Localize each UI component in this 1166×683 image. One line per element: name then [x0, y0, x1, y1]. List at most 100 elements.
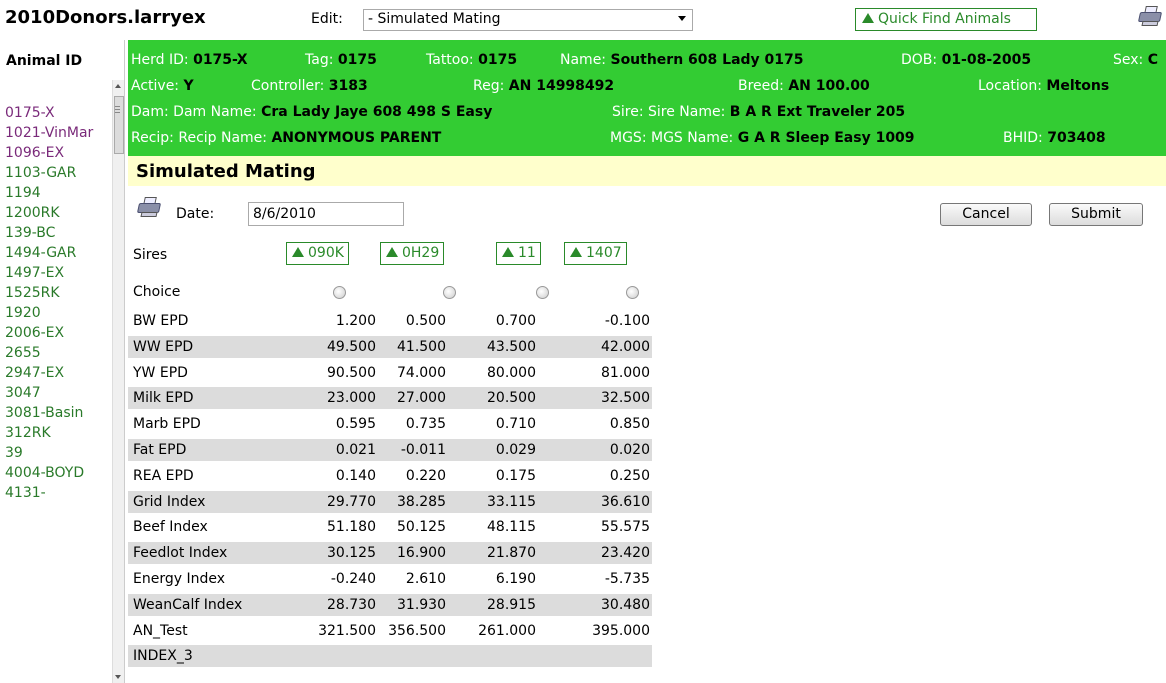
- sire-button[interactable]: 1407: [564, 242, 627, 265]
- animal-list-item[interactable]: 1497-EX: [5, 265, 105, 281]
- printer-icon[interactable]: [1137, 6, 1163, 26]
- row-label: BW EPD: [133, 313, 189, 329]
- bhid: 703408: [1047, 130, 1106, 146]
- table-row: WeanCalf Index 28.730 31.930 28.915 30.480: [128, 593, 652, 616]
- table-cell: 30.125: [327, 545, 376, 562]
- table-cell: -5.735: [604, 571, 650, 587]
- table-cell: 1.200: [335, 313, 376, 329]
- dob: 01-08-2005: [941, 52, 1032, 68]
- table-cell: 356.500: [388, 622, 446, 639]
- table-cell: 38.285: [397, 493, 446, 510]
- sire-button[interactable]: 090K: [286, 242, 349, 265]
- sire-choice-radio[interactable]: [626, 286, 639, 299]
- table-cell: 55.575: [601, 519, 650, 536]
- edit-mode-select[interactable]: - Simulated Mating: [363, 9, 693, 31]
- table-cell: 0.595: [335, 416, 376, 433]
- table-row: Beef Index 51.180 50.125 48.115 55.575: [128, 516, 652, 538]
- choice-label: Choice: [133, 284, 181, 300]
- sire-button[interactable]: 11: [496, 242, 541, 265]
- table-cell: -0.240: [330, 571, 376, 587]
- animal-list-item[interactable]: 1920: [5, 305, 105, 321]
- herd-id: 0175-X: [193, 52, 248, 68]
- date-input[interactable]: 8/6/2010: [248, 202, 404, 226]
- animal-list-item[interactable]: 0175-X: [5, 105, 105, 121]
- animal-list-item[interactable]: 1021-VinMar: [5, 125, 105, 141]
- edit-mode-value: - Simulated Mating: [368, 11, 501, 27]
- sires-row: Sires 090K 0H29 11 1407: [128, 242, 652, 266]
- animal-list-item[interactable]: 39: [5, 445, 105, 461]
- animal-list-item[interactable]: 312RK: [5, 425, 105, 441]
- edit-label: Edit:: [311, 11, 343, 27]
- sires-label: Sires: [133, 247, 168, 263]
- animal-list-scrollbar[interactable]: [112, 80, 124, 683]
- printer-icon[interactable]: [136, 197, 162, 217]
- triangle-up-icon: [570, 247, 582, 257]
- row-label: Energy Index: [133, 571, 226, 587]
- triangle-up-icon: [502, 247, 514, 257]
- table-cell: 51.180: [327, 519, 376, 536]
- quick-find-animals-button[interactable]: Quick Find Animals: [855, 8, 1037, 31]
- animal-list-item[interactable]: 4131-: [5, 485, 105, 501]
- table-cell: 42.000: [601, 338, 650, 355]
- scroll-thumb[interactable]: [114, 96, 124, 154]
- table-cell: 321.500: [318, 622, 376, 639]
- animal-list-item[interactable]: 2947-EX: [5, 365, 105, 381]
- table-cell: 0.029: [495, 442, 536, 458]
- animal-list-item[interactable]: 1494-GAR: [5, 245, 105, 261]
- animal-list-item[interactable]: 3047: [5, 385, 105, 401]
- date-label: Date:: [176, 206, 215, 222]
- scroll-up-arrow-icon[interactable]: [115, 84, 121, 88]
- table-cell: 30.480: [601, 596, 650, 613]
- animal-list-item[interactable]: 3081-Basin: [5, 405, 105, 421]
- sire-id: 090K: [308, 245, 344, 261]
- row-label: WW EPD: [133, 338, 194, 355]
- app-title: 2010Donors.larryex: [5, 7, 206, 28]
- table-row: REA EPD 0.140 0.220 0.175 0.250: [128, 465, 652, 487]
- sire-choice-radio[interactable]: [536, 286, 549, 299]
- table-cell: 0.850: [609, 416, 650, 433]
- tag: 0175: [337, 52, 377, 68]
- table-cell: 0.140: [335, 467, 376, 484]
- row-label: YW EPD: [133, 364, 188, 381]
- animal-list-item[interactable]: 4004-BOYD: [5, 465, 105, 481]
- table-cell: -0.011: [400, 442, 446, 458]
- sire-button[interactable]: 0H29: [380, 242, 445, 265]
- row-label: Feedlot Index: [133, 545, 228, 562]
- table-row: BW EPD 1.200 0.500 0.700 -0.100: [128, 310, 652, 332]
- sire-choice-radio[interactable]: [333, 286, 346, 299]
- row-label: Fat EPD: [133, 442, 187, 458]
- sire-id: 11: [518, 245, 536, 261]
- table-cell: 0.220: [405, 467, 446, 484]
- animal-list-item[interactable]: 2655: [5, 345, 105, 361]
- table-cell: 90.500: [327, 364, 376, 381]
- table-cell: 28.730: [327, 596, 376, 613]
- table-cell: 74.000: [397, 364, 446, 381]
- table-cell: 2.610: [405, 571, 446, 587]
- row-label: Milk EPD: [133, 390, 194, 407]
- table-cell: 23.000: [327, 390, 376, 407]
- triangle-up-icon: [862, 13, 874, 23]
- animal-list-item[interactable]: 139-BC: [5, 225, 105, 241]
- active: Y: [183, 78, 194, 94]
- animal-list-item[interactable]: 1103-GAR: [5, 165, 105, 181]
- animal-list-item[interactable]: 1525RK: [5, 285, 105, 301]
- cancel-button[interactable]: Cancel: [940, 203, 1032, 226]
- scroll-down-arrow-icon[interactable]: [115, 675, 121, 679]
- table-cell: 0.175: [495, 467, 536, 484]
- table-cell: 81.000: [601, 364, 650, 381]
- table-cell: 31.930: [397, 596, 446, 613]
- sire-choice-radio[interactable]: [443, 286, 456, 299]
- animal-name: Southern 608 Lady 0175: [610, 52, 804, 68]
- table-row: AN_Test 321.500 356.500 261.000 395.000: [128, 620, 652, 642]
- row-label: INDEX_3: [133, 648, 193, 665]
- table-row: Fat EPD 0.021 -0.011 0.029 0.020: [128, 439, 652, 461]
- table-cell: 28.915: [487, 596, 536, 613]
- row-label: WeanCalf Index: [133, 596, 243, 613]
- animal-list-item[interactable]: 1096-EX: [5, 145, 105, 161]
- recip-name: ANONYMOUS PARENT: [271, 130, 442, 146]
- animal-list-item[interactable]: 1200RK: [5, 205, 105, 221]
- sire-id: 0H29: [402, 245, 440, 261]
- animal-list-item[interactable]: 1194: [5, 185, 105, 201]
- animal-list-item[interactable]: 2006-EX: [5, 325, 105, 341]
- submit-button[interactable]: Submit: [1049, 203, 1143, 226]
